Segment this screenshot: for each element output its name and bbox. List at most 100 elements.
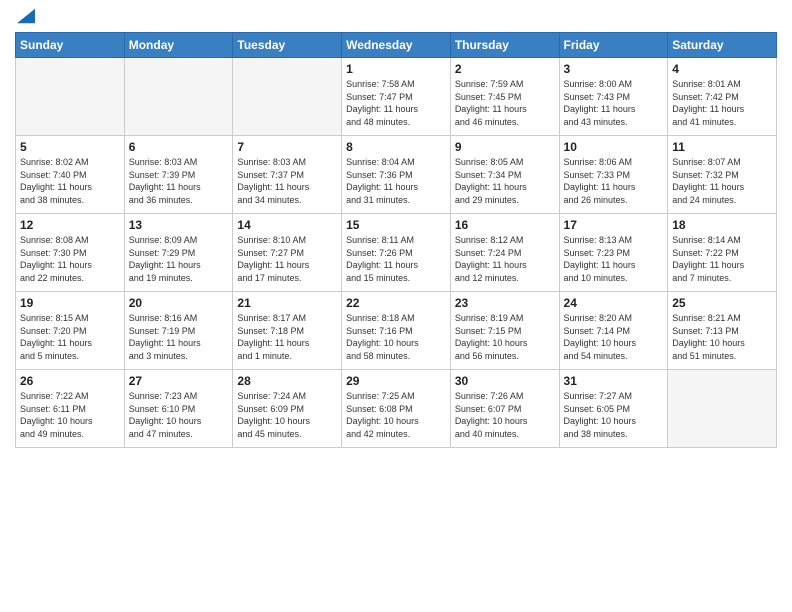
cell-info: Sunrise: 8:19 AM Sunset: 7:15 PM Dayligh… <box>455 312 555 362</box>
day-number: 18 <box>672 218 772 232</box>
day-number: 25 <box>672 296 772 310</box>
day-number: 2 <box>455 62 555 76</box>
header <box>15 10 777 24</box>
day-number: 10 <box>564 140 664 154</box>
cell-info: Sunrise: 8:10 AM Sunset: 7:27 PM Dayligh… <box>237 234 337 284</box>
calendar-cell: 3 Sunrise: 8:00 AM Sunset: 7:43 PM Daylig… <box>559 58 668 136</box>
cell-info: Sunrise: 8:03 AM Sunset: 7:39 PM Dayligh… <box>129 156 229 206</box>
cell-info: Sunrise: 8:12 AM Sunset: 7:24 PM Dayligh… <box>455 234 555 284</box>
cell-info: Sunrise: 8:01 AM Sunset: 7:42 PM Dayligh… <box>672 78 772 128</box>
calendar-cell: 7 Sunrise: 8:03 AM Sunset: 7:37 PM Daylig… <box>233 136 342 214</box>
cell-info: Sunrise: 8:11 AM Sunset: 7:26 PM Dayligh… <box>346 234 446 284</box>
calendar-cell <box>233 58 342 136</box>
cell-info: Sunrise: 8:17 AM Sunset: 7:18 PM Dayligh… <box>237 312 337 362</box>
cell-info: Sunrise: 8:06 AM Sunset: 7:33 PM Dayligh… <box>564 156 664 206</box>
calendar-cell: 1 Sunrise: 7:58 AM Sunset: 7:47 PM Daylig… <box>342 58 451 136</box>
calendar: SundayMondayTuesdayWednesdayThursdayFrid… <box>15 32 777 448</box>
calendar-cell: 20 Sunrise: 8:16 AM Sunset: 7:19 PM Dayli… <box>124 292 233 370</box>
cell-info: Sunrise: 8:18 AM Sunset: 7:16 PM Dayligh… <box>346 312 446 362</box>
cell-info: Sunrise: 7:58 AM Sunset: 7:47 PM Dayligh… <box>346 78 446 128</box>
day-number: 8 <box>346 140 446 154</box>
day-number: 13 <box>129 218 229 232</box>
calendar-cell: 29 Sunrise: 7:25 AM Sunset: 6:08 PM Dayli… <box>342 370 451 448</box>
day-number: 5 <box>20 140 120 154</box>
day-number: 28 <box>237 374 337 388</box>
day-number: 27 <box>129 374 229 388</box>
cell-info: Sunrise: 8:14 AM Sunset: 7:22 PM Dayligh… <box>672 234 772 284</box>
calendar-cell: 21 Sunrise: 8:17 AM Sunset: 7:18 PM Dayli… <box>233 292 342 370</box>
cell-info: Sunrise: 7:27 AM Sunset: 6:05 PM Dayligh… <box>564 390 664 440</box>
page: SundayMondayTuesdayWednesdayThursdayFrid… <box>0 0 792 612</box>
day-number: 19 <box>20 296 120 310</box>
calendar-cell: 4 Sunrise: 8:01 AM Sunset: 7:42 PM Daylig… <box>668 58 777 136</box>
week-row-0: 1 Sunrise: 7:58 AM Sunset: 7:47 PM Daylig… <box>16 58 777 136</box>
cell-info: Sunrise: 7:24 AM Sunset: 6:09 PM Dayligh… <box>237 390 337 440</box>
day-number: 31 <box>564 374 664 388</box>
weekday-header-row: SundayMondayTuesdayWednesdayThursdayFrid… <box>16 33 777 58</box>
weekday-header-thursday: Thursday <box>450 33 559 58</box>
day-number: 9 <box>455 140 555 154</box>
calendar-cell: 11Sunrise: 8:07 AM Sunset: 7:32 PM Dayli… <box>668 136 777 214</box>
day-number: 7 <box>237 140 337 154</box>
calendar-cell: 12Sunrise: 8:08 AM Sunset: 7:30 PM Dayli… <box>16 214 125 292</box>
day-number: 15 <box>346 218 446 232</box>
calendar-cell: 25 Sunrise: 8:21 AM Sunset: 7:13 PM Dayli… <box>668 292 777 370</box>
calendar-cell: 10 Sunrise: 8:06 AM Sunset: 7:33 PM Dayli… <box>559 136 668 214</box>
weekday-header-monday: Monday <box>124 33 233 58</box>
day-number: 6 <box>129 140 229 154</box>
day-number: 30 <box>455 374 555 388</box>
cell-info: Sunrise: 8:16 AM Sunset: 7:19 PM Dayligh… <box>129 312 229 362</box>
cell-info: Sunrise: 7:25 AM Sunset: 6:08 PM Dayligh… <box>346 390 446 440</box>
calendar-cell <box>668 370 777 448</box>
cell-info: Sunrise: 8:09 AM Sunset: 7:29 PM Dayligh… <box>129 234 229 284</box>
cell-info: Sunrise: 7:22 AM Sunset: 6:11 PM Dayligh… <box>20 390 120 440</box>
cell-info: Sunrise: 8:15 AM Sunset: 7:20 PM Dayligh… <box>20 312 120 362</box>
calendar-cell: 16Sunrise: 8:12 AM Sunset: 7:24 PM Dayli… <box>450 214 559 292</box>
day-number: 24 <box>564 296 664 310</box>
calendar-cell: 22 Sunrise: 8:18 AM Sunset: 7:16 PM Dayli… <box>342 292 451 370</box>
day-number: 17 <box>564 218 664 232</box>
calendar-cell: 27Sunrise: 7:23 AM Sunset: 6:10 PM Dayli… <box>124 370 233 448</box>
day-number: 11 <box>672 140 772 154</box>
week-row-3: 19 Sunrise: 8:15 AM Sunset: 7:20 PM Dayli… <box>16 292 777 370</box>
day-number: 29 <box>346 374 446 388</box>
weekday-header-wednesday: Wednesday <box>342 33 451 58</box>
calendar-cell: 30Sunrise: 7:26 AM Sunset: 6:07 PM Dayli… <box>450 370 559 448</box>
day-number: 20 <box>129 296 229 310</box>
week-row-1: 5 Sunrise: 8:02 AM Sunset: 7:40 PM Daylig… <box>16 136 777 214</box>
weekday-header-friday: Friday <box>559 33 668 58</box>
cell-info: Sunrise: 8:00 AM Sunset: 7:43 PM Dayligh… <box>564 78 664 128</box>
week-row-2: 12Sunrise: 8:08 AM Sunset: 7:30 PM Dayli… <box>16 214 777 292</box>
weekday-header-sunday: Sunday <box>16 33 125 58</box>
cell-info: Sunrise: 8:20 AM Sunset: 7:14 PM Dayligh… <box>564 312 664 362</box>
day-number: 26 <box>20 374 120 388</box>
calendar-cell <box>124 58 233 136</box>
weekday-header-saturday: Saturday <box>668 33 777 58</box>
day-number: 22 <box>346 296 446 310</box>
week-row-4: 26 Sunrise: 7:22 AM Sunset: 6:11 PM Dayli… <box>16 370 777 448</box>
cell-info: Sunrise: 8:13 AM Sunset: 7:23 PM Dayligh… <box>564 234 664 284</box>
logo <box>15 10 35 24</box>
day-number: 4 <box>672 62 772 76</box>
cell-info: Sunrise: 7:59 AM Sunset: 7:45 PM Dayligh… <box>455 78 555 128</box>
calendar-cell: 18 Sunrise: 8:14 AM Sunset: 7:22 PM Dayli… <box>668 214 777 292</box>
calendar-cell: 14Sunrise: 8:10 AM Sunset: 7:27 PM Dayli… <box>233 214 342 292</box>
day-number: 23 <box>455 296 555 310</box>
calendar-cell <box>16 58 125 136</box>
calendar-cell: 17 Sunrise: 8:13 AM Sunset: 7:23 PM Dayli… <box>559 214 668 292</box>
cell-info: Sunrise: 8:04 AM Sunset: 7:36 PM Dayligh… <box>346 156 446 206</box>
calendar-cell: 19 Sunrise: 8:15 AM Sunset: 7:20 PM Dayli… <box>16 292 125 370</box>
day-number: 21 <box>237 296 337 310</box>
day-number: 3 <box>564 62 664 76</box>
calendar-cell: 26 Sunrise: 7:22 AM Sunset: 6:11 PM Dayli… <box>16 370 125 448</box>
weekday-header-tuesday: Tuesday <box>233 33 342 58</box>
cell-info: Sunrise: 8:03 AM Sunset: 7:37 PM Dayligh… <box>237 156 337 206</box>
calendar-cell: 28 Sunrise: 7:24 AM Sunset: 6:09 PM Dayli… <box>233 370 342 448</box>
calendar-cell: 15 Sunrise: 8:11 AM Sunset: 7:26 PM Dayli… <box>342 214 451 292</box>
logo-icon <box>17 8 35 24</box>
calendar-cell: 23 Sunrise: 8:19 AM Sunset: 7:15 PM Dayli… <box>450 292 559 370</box>
calendar-cell: 8 Sunrise: 8:04 AM Sunset: 7:36 PM Daylig… <box>342 136 451 214</box>
cell-info: Sunrise: 8:02 AM Sunset: 7:40 PM Dayligh… <box>20 156 120 206</box>
day-number: 1 <box>346 62 446 76</box>
cell-info: Sunrise: 8:21 AM Sunset: 7:13 PM Dayligh… <box>672 312 772 362</box>
